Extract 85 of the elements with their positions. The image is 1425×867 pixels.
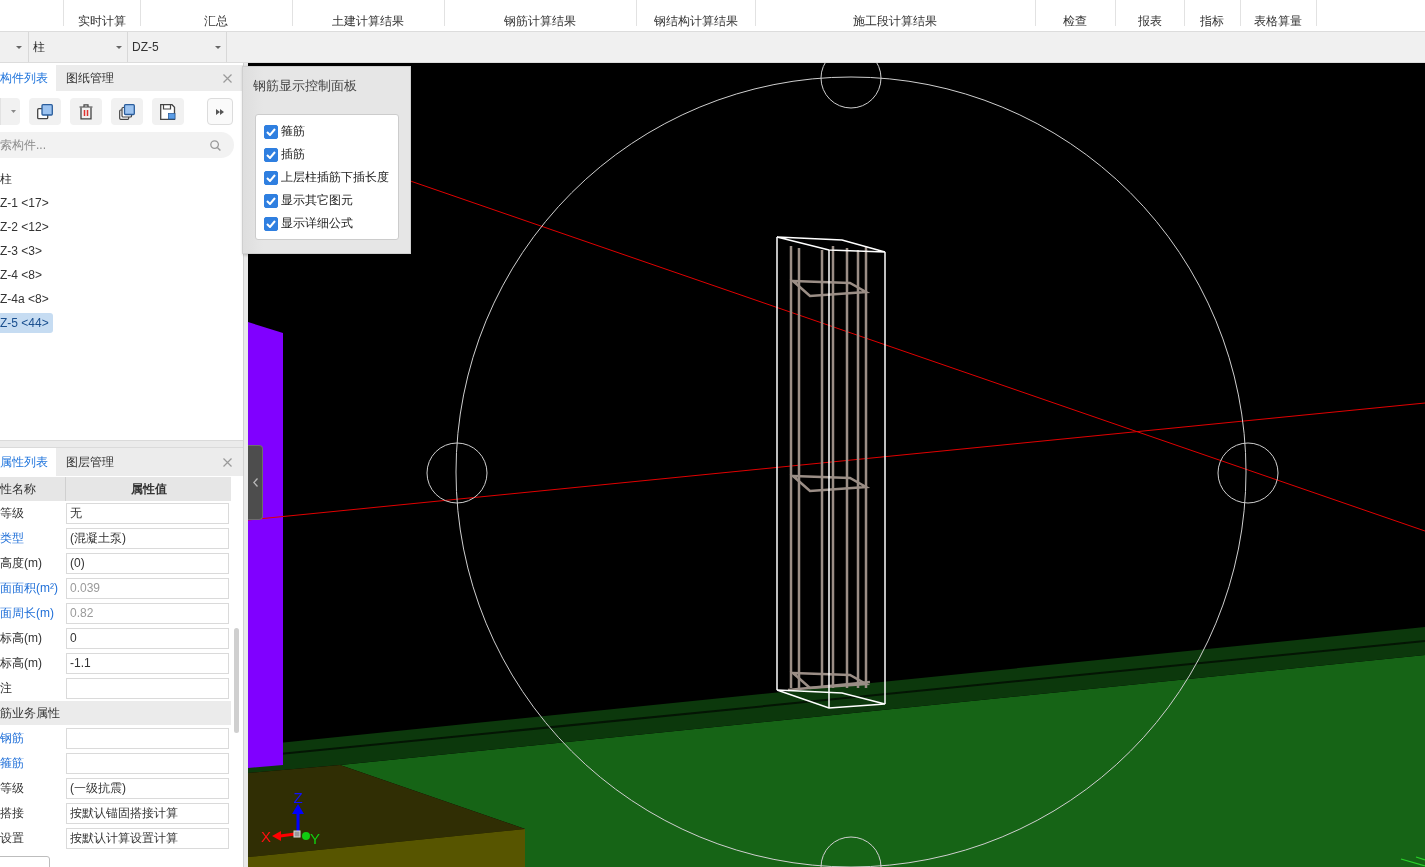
property-link[interactable]: 面面积(m²) bbox=[0, 580, 66, 597]
panel-title: 钢筋显示控制面板 bbox=[253, 77, 358, 94]
copy-button[interactable] bbox=[29, 98, 61, 125]
search-icon bbox=[210, 140, 221, 151]
panel-tab[interactable]: 图纸管理 bbox=[58, 65, 122, 91]
checkbox[interactable] bbox=[264, 216, 278, 231]
option-label: 插筋 bbox=[281, 146, 305, 163]
close-icon bbox=[222, 457, 232, 467]
check-icon bbox=[266, 196, 276, 205]
caret-icon bbox=[116, 45, 122, 49]
option-label: 显示其它图元 bbox=[281, 192, 353, 209]
check-icon bbox=[266, 127, 276, 136]
tree-item[interactable]: Z-5 <44> bbox=[0, 313, 53, 333]
tree-item[interactable]: Z-4 <8> bbox=[0, 265, 47, 285]
grid-bubble bbox=[426, 442, 488, 504]
more-button[interactable] bbox=[207, 98, 233, 125]
value-field[interactable]: (一级抗震) bbox=[66, 778, 229, 799]
panel-tab[interactable]: 构件列表 bbox=[0, 65, 56, 91]
check-icon bbox=[266, 173, 276, 182]
collapse-handle[interactable] bbox=[248, 445, 263, 520]
value-field[interactable]: 无 bbox=[66, 503, 229, 524]
grid-bubble bbox=[820, 63, 882, 109]
caret-icon bbox=[215, 45, 221, 49]
value-field[interactable] bbox=[66, 753, 229, 774]
layers-icon bbox=[119, 103, 135, 120]
save-icon bbox=[160, 103, 176, 120]
caret-icon bbox=[16, 45, 22, 49]
value-field[interactable]: 按默认计算设置计算 bbox=[66, 828, 229, 849]
save-button[interactable] bbox=[152, 98, 184, 125]
axis-label: Y bbox=[310, 830, 320, 847]
caret-icon bbox=[11, 110, 16, 113]
value-field[interactable] bbox=[66, 728, 229, 749]
tree-item[interactable]: 柱 bbox=[0, 169, 16, 189]
dropdown[interactable]: DZ-5 bbox=[129, 32, 227, 62]
value-field[interactable]: 0 bbox=[66, 628, 229, 649]
property-name: 等级 bbox=[0, 505, 25, 522]
checkbox[interactable] bbox=[264, 147, 278, 162]
axis-label: Z bbox=[293, 789, 303, 806]
option-label: 上层柱插筋下插长度 bbox=[281, 169, 389, 186]
panel-tab[interactable]: 图层管理 bbox=[58, 448, 122, 476]
property-link[interactable]: 箍筋 bbox=[0, 755, 66, 772]
panel-tab[interactable]: 属性列表 bbox=[0, 448, 56, 476]
grid-bubble bbox=[820, 836, 882, 867]
value-field[interactable]: -1.1 bbox=[66, 653, 229, 674]
tree-item[interactable]: Z-3 <3> bbox=[0, 241, 47, 261]
tree-item[interactable]: Z-2 <12> bbox=[0, 217, 53, 237]
search-field[interactable]: 索构件... bbox=[0, 132, 234, 158]
grid-bubble bbox=[1217, 442, 1279, 504]
checkbox[interactable] bbox=[264, 124, 278, 139]
trash-icon bbox=[79, 103, 93, 120]
option-label: 显示详细公式 bbox=[281, 215, 353, 232]
copy-icon bbox=[37, 103, 53, 120]
tree-item[interactable]: Z-1 <17> bbox=[0, 193, 53, 213]
section-header: 筋业务属性 bbox=[0, 701, 231, 725]
check-icon bbox=[266, 150, 276, 159]
scrollbar-thumb[interactable] bbox=[234, 628, 239, 733]
column-header: 性名称 bbox=[0, 477, 66, 501]
copy-layers-button[interactable] bbox=[111, 98, 143, 125]
value-field[interactable] bbox=[66, 678, 229, 699]
delete-button[interactable] bbox=[70, 98, 102, 125]
value-field[interactable]: (混凝土泵) bbox=[66, 528, 229, 549]
property-name: 搭接 bbox=[0, 805, 25, 822]
dropdown[interactable]: 柱 bbox=[30, 32, 128, 62]
checkbox[interactable] bbox=[264, 170, 278, 185]
property-name: 等级 bbox=[0, 780, 25, 797]
value-field[interactable]: 按默认锚固搭接计算 bbox=[66, 803, 229, 824]
fast-forward-icon bbox=[216, 108, 224, 115]
property-name: 标高(m) bbox=[0, 655, 43, 672]
property-name: 高度(m) bbox=[0, 555, 43, 572]
property-link[interactable]: 面周长(m) bbox=[0, 605, 66, 622]
check-icon bbox=[266, 219, 276, 228]
close-icon bbox=[222, 73, 232, 83]
tree-item[interactable]: Z-4a <8> bbox=[0, 289, 53, 309]
option-label: 箍筋 bbox=[281, 123, 305, 140]
property-name: 标高(m) bbox=[0, 630, 43, 647]
chevron-left-icon bbox=[252, 478, 258, 487]
axis-gizmo-icon bbox=[272, 804, 310, 841]
property-link[interactable]: 钢筋 bbox=[0, 730, 66, 747]
checkbox[interactable] bbox=[264, 193, 278, 208]
axis-label: X bbox=[261, 828, 271, 845]
property-name: 注 bbox=[0, 680, 13, 697]
column-header: 属性值 bbox=[129, 480, 168, 498]
property-link[interactable]: 类型 bbox=[0, 530, 66, 547]
property-name: 设置 bbox=[0, 830, 25, 847]
value-field[interactable]: (0) bbox=[66, 553, 229, 574]
